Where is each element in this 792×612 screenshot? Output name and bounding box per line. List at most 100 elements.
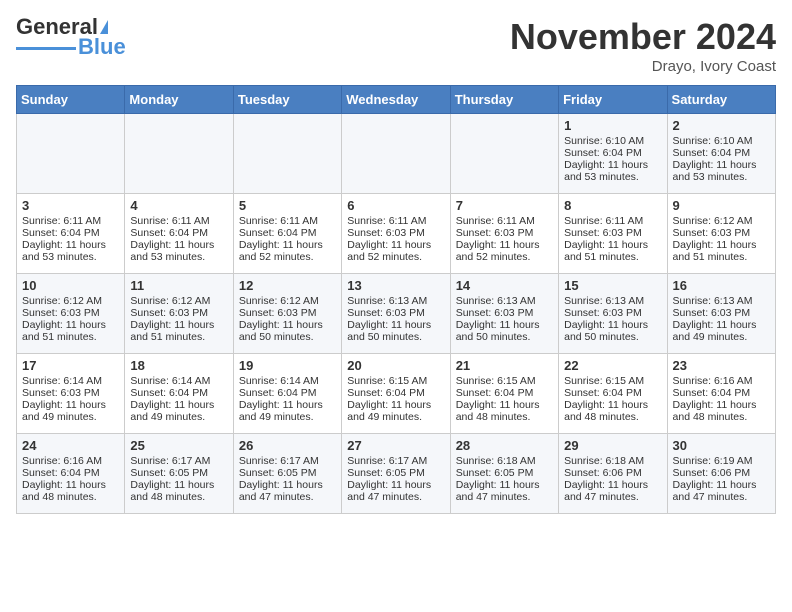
month-title: November 2024 [510,16,776,58]
day-number: 16 [673,278,770,293]
sunrise-text: Sunrise: 6:10 AM [673,135,770,147]
week-row-2: 3Sunrise: 6:11 AMSunset: 6:04 PMDaylight… [17,194,776,274]
calendar-cell: 24Sunrise: 6:16 AMSunset: 6:04 PMDayligh… [17,434,125,514]
calendar-cell: 15Sunrise: 6:13 AMSunset: 6:03 PMDayligh… [559,274,667,354]
sunset-text: Sunset: 6:05 PM [456,467,553,479]
day-number: 21 [456,358,553,373]
sunset-text: Sunset: 6:03 PM [673,307,770,319]
sunset-text: Sunset: 6:04 PM [130,227,227,239]
day-number: 27 [347,438,444,453]
calendar-cell: 11Sunrise: 6:12 AMSunset: 6:03 PMDayligh… [125,274,233,354]
week-row-5: 24Sunrise: 6:16 AMSunset: 6:04 PMDayligh… [17,434,776,514]
calendar-cell: 17Sunrise: 6:14 AMSunset: 6:03 PMDayligh… [17,354,125,434]
daylight-text: Daylight: 11 hours and 53 minutes. [130,239,227,263]
daylight-text: Daylight: 11 hours and 53 minutes. [673,159,770,183]
sunrise-text: Sunrise: 6:19 AM [673,455,770,467]
daylight-text: Daylight: 11 hours and 50 minutes. [456,319,553,343]
calendar-cell: 8Sunrise: 6:11 AMSunset: 6:03 PMDaylight… [559,194,667,274]
day-number: 5 [239,198,336,213]
day-number: 28 [456,438,553,453]
day-number: 13 [347,278,444,293]
day-number: 3 [22,198,119,213]
sunrise-text: Sunrise: 6:13 AM [347,295,444,307]
sunset-text: Sunset: 6:03 PM [564,307,661,319]
daylight-text: Daylight: 11 hours and 51 minutes. [673,239,770,263]
sunset-text: Sunset: 6:06 PM [564,467,661,479]
daylight-text: Daylight: 11 hours and 50 minutes. [347,319,444,343]
calendar-cell: 30 Sunrise: 6:19 AMSunset: 6:06 PMDayligh… [667,434,775,514]
daylight-text: Daylight: 11 hours and 47 minutes. [673,479,770,503]
sunrise-text: Sunrise: 6:16 AM [673,375,770,387]
sunset-text: Sunset: 6:06 PM [673,467,770,479]
calendar-cell [17,114,125,194]
calendar-cell: 6Sunrise: 6:11 AMSunset: 6:03 PMDaylight… [342,194,450,274]
sunrise-text: Sunrise: 6:12 AM [130,295,227,307]
daylight-text: Daylight: 11 hours and 49 minutes. [130,399,227,423]
page-header: General Blue November 2024 Drayo, Ivory … [16,16,776,75]
sunset-text: Sunset: 6:03 PM [130,307,227,319]
calendar-cell: 21Sunrise: 6:15 AMSunset: 6:04 PMDayligh… [450,354,558,434]
sunrise-text: Sunrise: 6:17 AM [347,455,444,467]
day-number: 29 [564,438,661,453]
sunset-text: Sunset: 6:03 PM [347,307,444,319]
calendar-cell: 3Sunrise: 6:11 AMSunset: 6:04 PMDaylight… [17,194,125,274]
sunset-text: Sunset: 6:04 PM [130,387,227,399]
daylight-text: Daylight: 11 hours and 48 minutes. [564,399,661,423]
calendar-cell: 27Sunrise: 6:17 AMSunset: 6:05 PMDayligh… [342,434,450,514]
daylight-text: Daylight: 11 hours and 51 minutes. [22,319,119,343]
calendar-cell: 16Sunrise: 6:13 AMSunset: 6:03 PMDayligh… [667,274,775,354]
week-row-4: 17Sunrise: 6:14 AMSunset: 6:03 PMDayligh… [17,354,776,434]
sunset-text: Sunset: 6:04 PM [564,387,661,399]
weekday-header-thursday: Thursday [450,86,558,114]
calendar-table: SundayMondayTuesdayWednesdayThursdayFrid… [16,85,776,514]
calendar-cell: 18Sunrise: 6:14 AMSunset: 6:04 PMDayligh… [125,354,233,434]
sunrise-text: Sunrise: 6:11 AM [239,215,336,227]
weekday-header-sunday: Sunday [17,86,125,114]
day-number: 9 [673,198,770,213]
calendar-cell: 26Sunrise: 6:17 AMSunset: 6:05 PMDayligh… [233,434,341,514]
daylight-text: Daylight: 11 hours and 49 minutes. [347,399,444,423]
calendar-cell [125,114,233,194]
daylight-text: Daylight: 11 hours and 48 minutes. [456,399,553,423]
sunrise-text: Sunrise: 6:12 AM [22,295,119,307]
daylight-text: Daylight: 11 hours and 48 minutes. [673,399,770,423]
day-number: 4 [130,198,227,213]
weekday-header-tuesday: Tuesday [233,86,341,114]
sunset-text: Sunset: 6:03 PM [347,227,444,239]
calendar-cell: 1Sunrise: 6:10 AMSunset: 6:04 PMDaylight… [559,114,667,194]
sunrise-text: Sunrise: 6:13 AM [564,295,661,307]
sunset-text: Sunset: 6:04 PM [22,467,119,479]
day-number: 1 [564,118,661,133]
daylight-text: Daylight: 11 hours and 48 minutes. [130,479,227,503]
sunrise-text: Sunrise: 6:17 AM [130,455,227,467]
sunrise-text: Sunrise: 6:18 AM [456,455,553,467]
day-number: 25 [130,438,227,453]
calendar-cell: 10Sunrise: 6:12 AMSunset: 6:03 PMDayligh… [17,274,125,354]
calendar-cell: 7 Sunrise: 6:11 AMSunset: 6:03 PMDaylight… [450,194,558,274]
calendar-cell: 13 Sunrise: 6:13 AMSunset: 6:03 PMDayligh… [342,274,450,354]
calendar-cell: 4Sunrise: 6:11 AMSunset: 6:04 PMDaylight… [125,194,233,274]
calendar-cell: 9Sunrise: 6:12 AMSunset: 6:03 PMDaylight… [667,194,775,274]
sunrise-text: Sunrise: 6:11 AM [456,215,553,227]
sunset-text: Sunset: 6:03 PM [456,227,553,239]
daylight-text: Daylight: 11 hours and 52 minutes. [456,239,553,263]
location: Drayo, Ivory Coast [510,58,776,75]
logo-triangle-icon [100,20,108,34]
daylight-text: Daylight: 11 hours and 47 minutes. [564,479,661,503]
title-area: November 2024 Drayo, Ivory Coast [510,16,776,75]
daylight-text: Daylight: 11 hours and 53 minutes. [22,239,119,263]
calendar-cell: 5Sunrise: 6:11 AMSunset: 6:04 PMDaylight… [233,194,341,274]
daylight-text: Daylight: 11 hours and 47 minutes. [456,479,553,503]
day-number: 24 [22,438,119,453]
day-number: 7 [456,198,553,213]
sunrise-text: Sunrise: 6:14 AM [22,375,119,387]
sunrise-text: Sunrise: 6:12 AM [239,295,336,307]
daylight-text: Daylight: 11 hours and 51 minutes. [564,239,661,263]
day-number: 22 [564,358,661,373]
day-number: 30 [673,438,770,453]
daylight-text: Daylight: 11 hours and 49 minutes. [239,399,336,423]
daylight-text: Daylight: 11 hours and 50 minutes. [564,319,661,343]
week-row-3: 10Sunrise: 6:12 AMSunset: 6:03 PMDayligh… [17,274,776,354]
sunset-text: Sunset: 6:05 PM [239,467,336,479]
calendar-cell: 14Sunrise: 6:13 AMSunset: 6:03 PMDayligh… [450,274,558,354]
